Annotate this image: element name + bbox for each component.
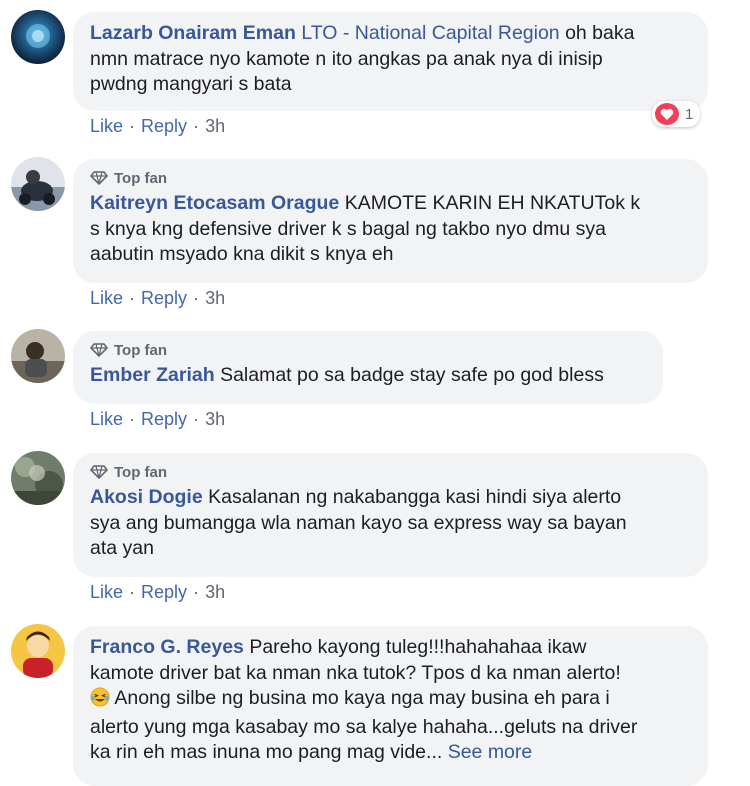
comment-author[interactable]: Lazarb Onairam Eman: [90, 22, 296, 44]
timestamp[interactable]: 3h: [205, 116, 225, 137]
comment-actions: Like · Reply · 3h: [90, 116, 226, 137]
comment-text-line: kamote driver bat ka nman nka tutok? Tpo…: [90, 661, 621, 684]
comment-text-line: pwdng mangyari s bata: [90, 73, 292, 95]
comment-text-line: aabutin msyado kna dikit s knya eh: [90, 243, 394, 265]
reply-button[interactable]: Reply: [141, 582, 187, 603]
comment-text-line: alerto yung mga kasabay mo sa kalye haha…: [90, 715, 638, 738]
comment-text-line: oh baka: [565, 22, 635, 44]
comment-bubble: Top fan Ember Zariah Salamat po sa badge…: [73, 331, 663, 404]
comment-text-line: s knya kng defensive driver k s bagal ng…: [90, 217, 606, 240]
comment-author[interactable]: Kaitreyn Etocasam Orague: [90, 192, 339, 214]
reaction-count[interactable]: 1: [652, 101, 701, 127]
reaction-number: 1: [685, 105, 694, 123]
author-affiliation[interactable]: LTO - National Capital Region: [301, 22, 559, 44]
like-button[interactable]: Like: [90, 409, 123, 430]
comment-text-line: ka rin eh mas inuna mo pang mag vide...: [90, 741, 443, 763]
like-button[interactable]: Like: [90, 582, 123, 603]
comment-text-line: Pareho kayong tuleg!!!hahahahaa ikaw: [249, 636, 587, 658]
comment-author[interactable]: Franco G. Reyes: [90, 636, 244, 658]
laughing-emoji-icon: [90, 687, 110, 715]
avatar[interactable]: [11, 10, 65, 64]
see-more-link[interactable]: See more: [448, 741, 533, 763]
comment-text-line: sya ang bumangga wla naman kayo sa expre…: [90, 511, 627, 534]
comment-actions: Like · Reply · 3h: [90, 288, 226, 309]
avatar[interactable]: [11, 329, 65, 383]
reply-button[interactable]: Reply: [141, 116, 187, 137]
top-fan-badge: Top fan: [90, 340, 647, 360]
top-fan-label: Top fan: [114, 341, 168, 359]
diamond-icon: [90, 465, 108, 479]
reply-button[interactable]: Reply: [141, 409, 187, 430]
top-fan-badge: Top fan: [90, 462, 692, 482]
comment-text-line: ata yan: [90, 537, 154, 559]
top-fan-badge: Top fan: [90, 168, 692, 188]
reply-button[interactable]: Reply: [141, 288, 187, 309]
timestamp[interactable]: 3h: [205, 409, 225, 430]
comment-text-line: Salamat po sa badge stay safe po god ble…: [220, 364, 604, 386]
avatar[interactable]: [11, 624, 65, 678]
avatar[interactable]: [11, 451, 65, 505]
diamond-icon: [90, 171, 108, 185]
comment-actions: Like · Reply · 3h: [90, 409, 226, 430]
comment-text-line: KAMOTE KARIN EH NKATUTok k: [344, 192, 641, 214]
heart-icon: [655, 103, 679, 125]
avatar[interactable]: [11, 157, 65, 211]
comment-text-line: Kasalanan ng nakabangga kasi hindi siya …: [208, 486, 622, 508]
comment-text-line: nmn matrace nyo kamote n ito angkas pa a…: [90, 47, 603, 70]
comment-bubble: Franco G. Reyes Pareho kayong tuleg!!!ha…: [73, 626, 708, 786]
top-fan-label: Top fan: [114, 169, 168, 187]
comment-actions: Like · Reply · 3h: [90, 582, 226, 603]
comment-bubble: Top fan Kaitreyn Etocasam Orague KAMOTE …: [73, 159, 708, 283]
timestamp[interactable]: 3h: [205, 288, 225, 309]
comment-bubble: Top fan Akosi Dogie Kasalanan ng nakaban…: [73, 453, 708, 577]
comment-text-line: Anong silbe ng businа mo kaya nga may bu…: [114, 687, 610, 709]
comment-author[interactable]: Akosi Dogie: [90, 486, 203, 508]
timestamp[interactable]: 3h: [205, 582, 225, 603]
top-fan-label: Top fan: [114, 463, 168, 481]
comment-author[interactable]: Ember Zariah: [90, 364, 215, 386]
like-button[interactable]: Like: [90, 116, 123, 137]
diamond-icon: [90, 343, 108, 357]
comment-bubble: Lazarb Onairam Eman LTO - National Capit…: [73, 12, 708, 111]
like-button[interactable]: Like: [90, 288, 123, 309]
